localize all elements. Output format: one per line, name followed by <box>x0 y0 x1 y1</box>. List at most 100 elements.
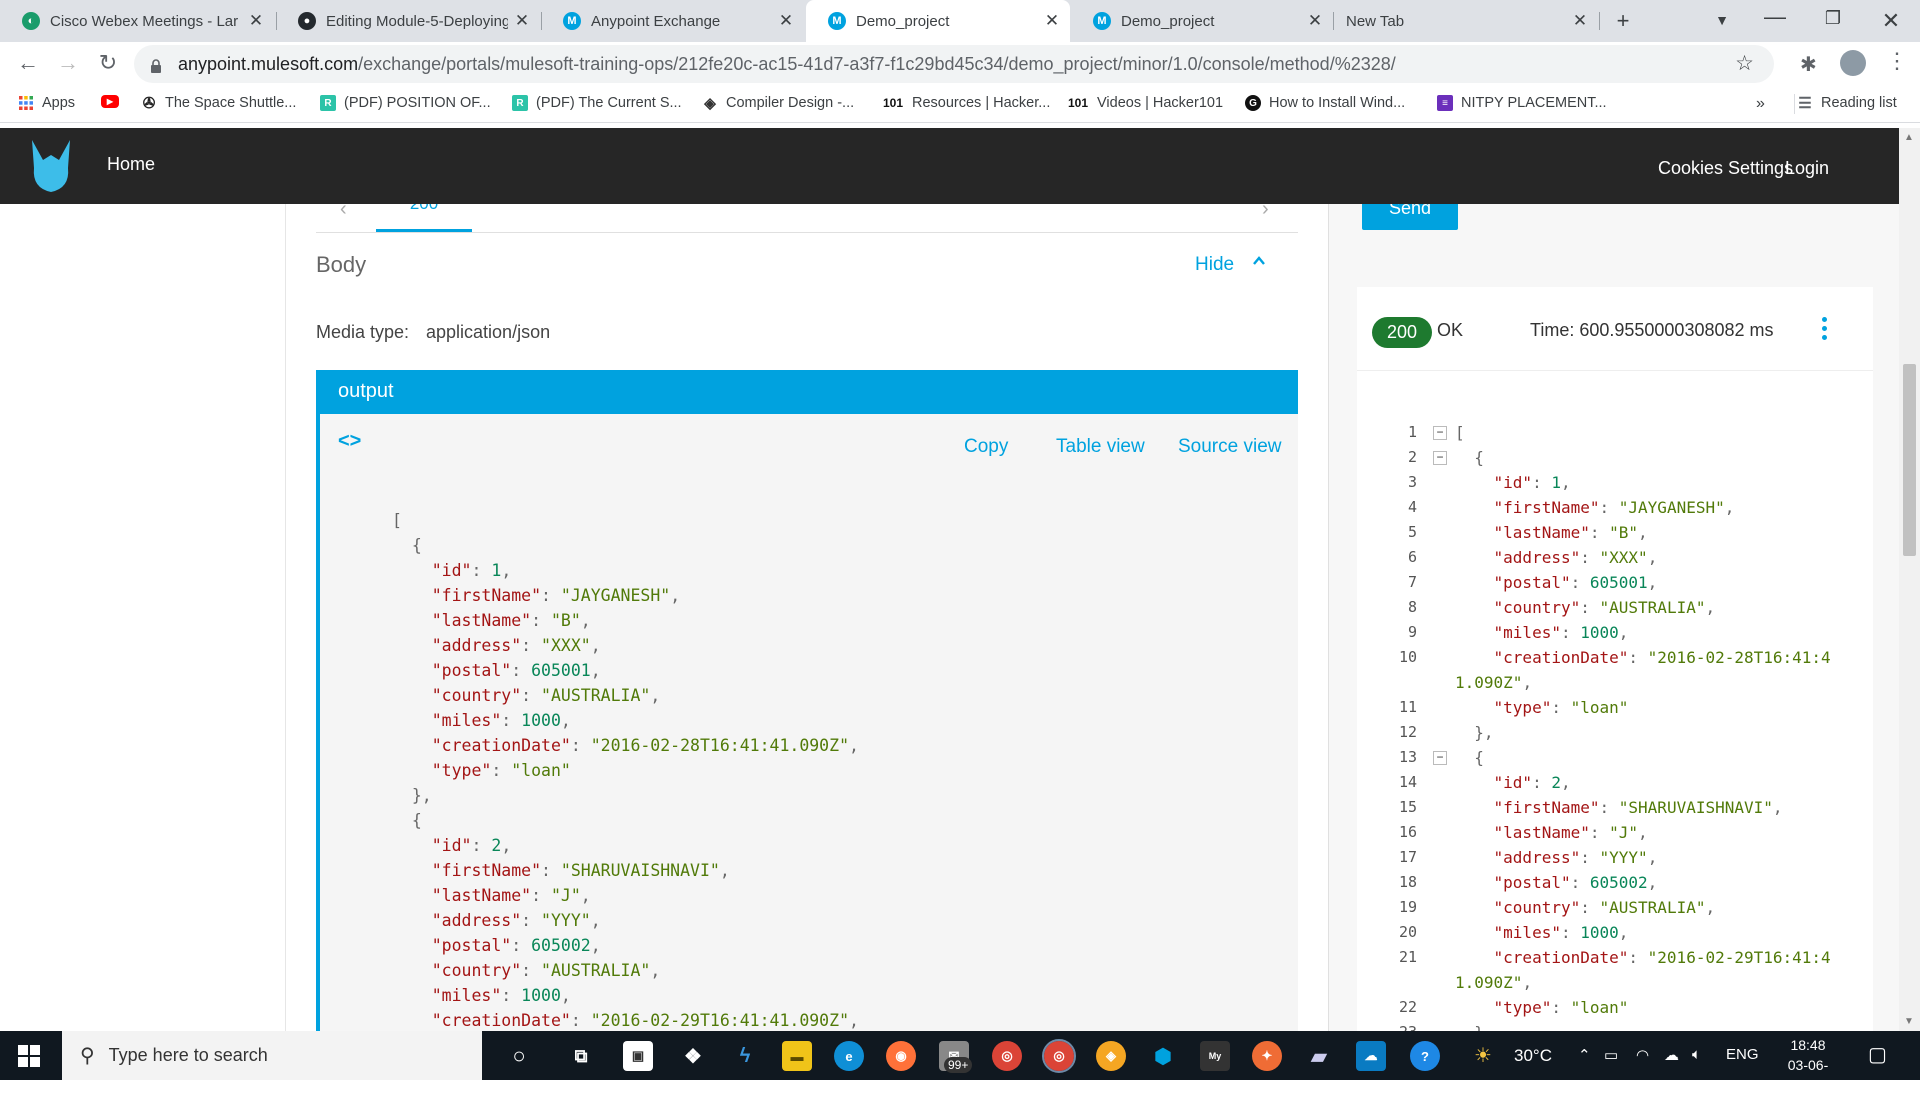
tab-status-200[interactable]: 200 <box>376 204 472 214</box>
new-tab-plus-icon[interactable]: + <box>1610 8 1636 34</box>
bookmark-youtube[interactable]: ▶ <box>101 95 127 108</box>
address-bar[interactable]: anypoint.mulesoft.com/exchange/portals/m… <box>134 45 1774 83</box>
line-number: 2 <box>1407 448 1417 466</box>
wifi-icon[interactable]: ◠ <box>1636 1046 1649 1064</box>
scrollbar-thumb[interactable] <box>1903 364 1916 556</box>
bookmark-label: (PDF) POSITION OF... <box>344 95 491 111</box>
close-tab-icon[interactable]: ✕ <box>248 11 264 31</box>
line-number: 11 <box>1398 698 1417 716</box>
taskbar-search-box[interactable]: ⚲ Type here to search <box>62 1031 482 1080</box>
weather-temp[interactable]: 30°C <box>1514 1046 1552 1066</box>
home-link[interactable]: Home <box>107 154 155 175</box>
code-brackets-icon[interactable]: <> <box>338 430 361 453</box>
store-icon[interactable]: ▣ <box>623 1041 653 1071</box>
hacker101-icon: 101 <box>1067 96 1089 110</box>
example-json-code: [ { "id": 1, "firstName": "JAYGANESH", "… <box>392 511 859 1030</box>
tab-demo-project[interactable]: M Demo_project ✕ <box>1071 0 1333 42</box>
line-number: 14 <box>1398 773 1417 791</box>
close-tab-icon[interactable]: ✕ <box>1044 11 1060 31</box>
tab-webex[interactable]: ◐ Cisco Webex Meetings - Lar ✕ <box>0 0 274 42</box>
tab-search-chevron-icon[interactable]: ▼ <box>1709 12 1735 28</box>
bookmark-nitpy-placement[interactable]: ≡ NITPY PLACEMENT... <box>1437 95 1607 111</box>
volume-icon[interactable]: 🔈︎ <box>1692 1046 1701 1063</box>
forward-arrow-icon[interactable]: → <box>54 50 82 76</box>
bookmark-apps[interactable]: Apps <box>18 95 75 111</box>
postman-icon[interactable]: ✦ <box>1252 1041 1282 1071</box>
chevron-left-icon[interactable]: ‹ <box>340 204 347 221</box>
extensions-puzzle-icon[interactable]: ✱ <box>1800 52 1817 77</box>
chrome-icon[interactable]: ◎ <box>992 1041 1022 1071</box>
scroll-down-arrow-icon[interactable]: ▼ <box>1904 1016 1914 1027</box>
vscode-icon[interactable]: ϟ <box>730 1041 760 1071</box>
hide-body-button[interactable]: Hide <box>1195 254 1234 276</box>
tab-title: New Tab <box>1346 12 1405 30</box>
bookmark-space-shuttle[interactable]: ✇ The Space Shuttle... <box>141 95 297 112</box>
onedrive-icon[interactable]: ☁ <box>1664 1046 1679 1064</box>
close-tab-icon[interactable]: ✕ <box>1572 11 1588 31</box>
firefox-icon[interactable]: ◉ <box>886 1041 916 1071</box>
reading-list-button[interactable]: ☰ Reading list <box>1797 95 1897 112</box>
login-link[interactable]: Login <box>1785 158 1829 179</box>
table-view-button[interactable]: Table view <box>1056 436 1145 458</box>
reload-icon[interactable]: ↻ <box>94 50 122 76</box>
bookmark-pdf-current[interactable]: R (PDF) The Current S... <box>512 95 682 111</box>
page-scrollbar[interactable]: ▲ ▼ <box>1899 128 1920 1031</box>
mulesoft-logo-icon[interactable] <box>28 138 74 194</box>
fold-toggle-icon[interactable]: − <box>1433 420 1453 445</box>
tab-title: Cisco Webex Meetings - Lar <box>50 12 239 30</box>
line-number: 7 <box>1407 573 1417 591</box>
tab-anypoint-exchange[interactable]: M Anypoint Exchange ✕ <box>541 0 804 42</box>
mysql-icon[interactable]: My <box>1200 1041 1230 1071</box>
cortana-icon[interactable]: ○ <box>504 1041 534 1071</box>
minimize-icon[interactable]: — <box>1762 4 1788 30</box>
bookmark-star-icon[interactable]: ☆ <box>1735 51 1754 76</box>
copy-button[interactable]: Copy <box>964 436 1008 458</box>
bookmark-pdf-position[interactable]: R (PDF) POSITION OF... <box>320 95 491 111</box>
response-options-kebab-icon[interactable] <box>1822 317 1828 343</box>
chrome-active-icon[interactable]: ◎ <box>1042 1039 1076 1073</box>
profile-avatar[interactable] <box>1840 50 1866 76</box>
help-icon[interactable]: ? <box>1410 1041 1440 1071</box>
bookmark-label: Apps <box>42 95 76 111</box>
fold-toggle-icon[interactable]: − <box>1433 745 1453 770</box>
edge-icon[interactable]: e <box>834 1041 864 1071</box>
task-view-icon[interactable]: ⧉ <box>566 1041 596 1071</box>
media-type-value: application/json <box>426 322 551 342</box>
close-tab-icon[interactable]: ✕ <box>778 11 794 31</box>
close-window-icon[interactable]: ✕ <box>1878 8 1904 34</box>
close-tab-icon[interactable]: ✕ <box>1307 11 1323 31</box>
bookmark-install-windows[interactable]: G How to Install Wind... <box>1245 95 1405 111</box>
bookmark-compiler-design[interactable]: ◈ Compiler Design -... <box>702 95 854 112</box>
tab-github[interactable]: ● Editing Module-5-Deploying ✕ <box>276 0 540 42</box>
anypoint-studio-icon[interactable]: ⬢ <box>1148 1041 1178 1071</box>
send-button[interactable]: Send <box>1362 204 1458 230</box>
bookmark-hacker-resources[interactable]: 101 Resources | Hacker... <box>882 95 1050 111</box>
cloud-app-icon[interactable]: ☁ <box>1356 1041 1386 1071</box>
restore-window-icon[interactable]: ❐ <box>1820 8 1846 29</box>
response-json-code: [ { "id": 1, "firstName": "JAYGANESH", "… <box>1455 423 1831 1031</box>
input-language[interactable]: ENG <box>1726 1046 1759 1063</box>
line-number: 13 <box>1398 748 1417 766</box>
tab-new-tab[interactable]: New Tab ✕ <box>1334 0 1598 42</box>
fold-toggle-icon[interactable]: − <box>1433 445 1453 470</box>
source-view-button[interactable]: Source view <box>1178 436 1282 458</box>
dropbox-icon[interactable]: ❖ <box>678 1041 708 1071</box>
cookies-settings-link[interactable]: Cookies Settings <box>1658 158 1793 179</box>
scroll-up-arrow-icon[interactable]: ▲ <box>1904 132 1914 143</box>
notepad-icon[interactable]: ▰ <box>1304 1041 1334 1071</box>
tray-chevron-icon[interactable]: ⌃ <box>1578 1046 1591 1064</box>
chrome-menu-icon[interactable]: ⋮ <box>1886 48 1908 74</box>
file-explorer-icon[interactable]: ▬ <box>782 1041 812 1071</box>
windows-start-icon[interactable] <box>18 1045 40 1067</box>
chevron-up-icon[interactable] <box>1252 254 1266 268</box>
brave-icon[interactable]: ◈ <box>1096 1041 1126 1071</box>
tab-demo-project-active[interactable]: M Demo_project ✕ <box>806 0 1070 42</box>
bookmark-hacker-videos[interactable]: 101 Videos | Hacker101 <box>1067 95 1223 111</box>
notifications-icon[interactable]: ▢ <box>1868 1042 1887 1067</box>
close-tab-icon[interactable]: ✕ <box>514 11 530 31</box>
system-clock[interactable]: 18:48 03-06-2021 <box>1773 1035 1843 1095</box>
bookmarks-overflow-button[interactable]: » <box>1756 95 1765 113</box>
battery-icon[interactable]: ▭ <box>1604 1046 1618 1064</box>
chevron-right-icon[interactable]: › <box>1262 204 1269 221</box>
back-arrow-icon[interactable]: ← <box>14 50 42 76</box>
